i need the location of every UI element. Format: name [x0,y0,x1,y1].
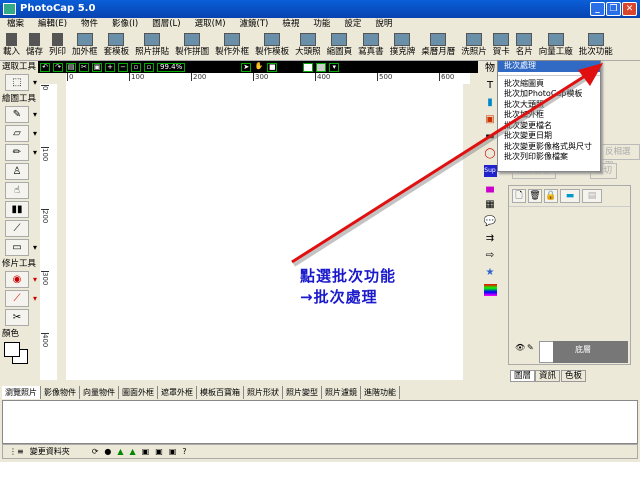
annotation-text: 點選批次功能 →批次處理 [300,266,396,308]
annotation-line-2: →批次處理 [300,288,378,306]
annotation-line-1: 點選批次功能 [300,267,397,285]
arrow-shaft [291,74,586,264]
annotation-arrow [291,63,603,267]
